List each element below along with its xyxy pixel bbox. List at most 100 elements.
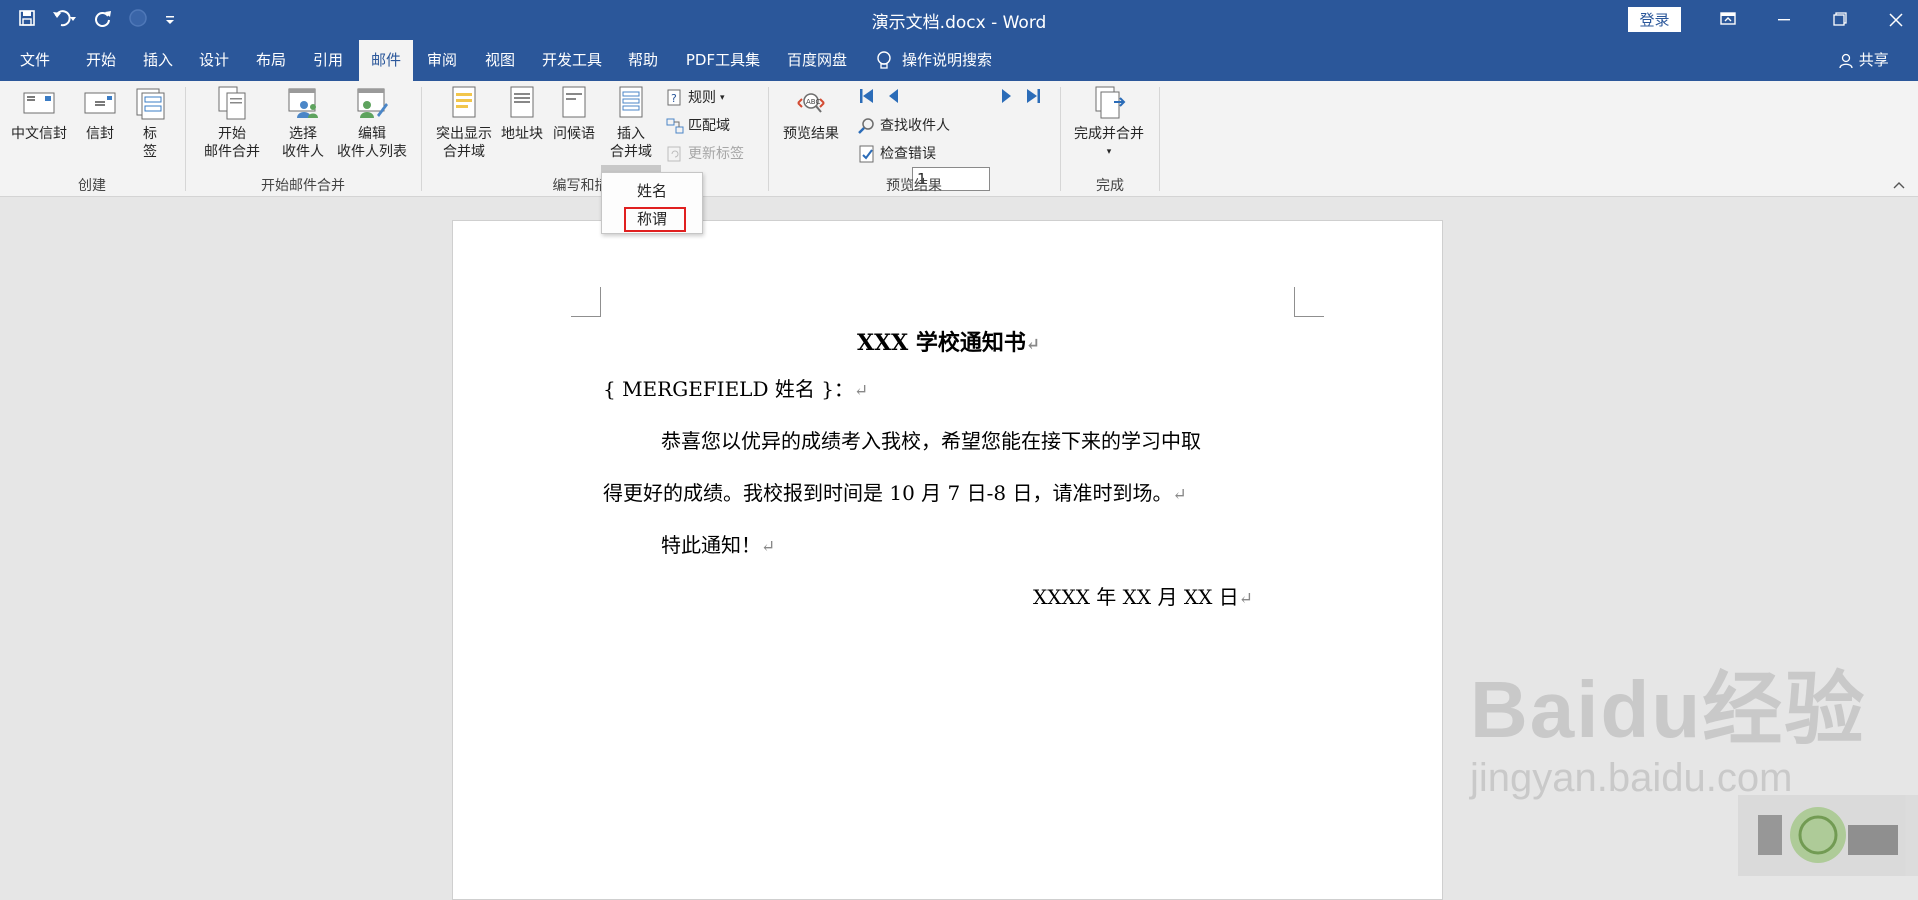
finish-merge-button[interactable]: 完成并合并 ▾: [1066, 85, 1152, 161]
highlight-box: [624, 207, 686, 232]
edit-recipients-line1: 编辑: [358, 126, 386, 142]
person-icon: [1838, 53, 1854, 69]
update-labels-label: 更新标签: [688, 146, 744, 162]
group-label-create: 创建: [78, 178, 106, 194]
signin-button[interactable]: 登录: [1628, 7, 1681, 32]
highlight-merge-fields-button[interactable]: 突出显示 合并域: [430, 85, 498, 161]
start-mail-merge-button[interactable]: 开始 邮件合并: [196, 85, 268, 161]
lightbulb-icon: [877, 50, 891, 69]
watermark-logo: Baidu经验: [1470, 665, 1867, 754]
tab-developer[interactable]: 开发工具: [537, 40, 607, 81]
edit-recipient-list-button[interactable]: 编辑 收件人列表: [334, 85, 410, 161]
tab-mailings[interactable]: 邮件: [359, 40, 413, 81]
rules-dropdown-arrow-icon: ▾: [720, 93, 725, 103]
tell-me-search[interactable]: 操作说明搜索: [876, 40, 992, 81]
preview-results-label: 预览结果: [783, 126, 839, 142]
date-line[interactable]: XXXX 年 XX 月 XX 日↵: [1033, 581, 1253, 610]
rules-icon: ?: [667, 89, 681, 106]
recipients-icon: [288, 88, 318, 118]
group-label-preview: 预览结果: [886, 178, 942, 194]
finish-merge-icon: [1095, 86, 1126, 119]
paragraph-mark: ↵: [1238, 589, 1253, 609]
previous-record-button[interactable]: [886, 87, 902, 105]
share-button[interactable]: 共享: [1838, 40, 1889, 81]
check-errors-label: 检查错误: [880, 146, 936, 162]
tab-insert[interactable]: 插入: [135, 40, 181, 81]
ribbon-tab-bar: 文件 开始 插入 设计 布局 引用 邮件 审阅 视图 开发工具 帮助 PDF工具…: [0, 40, 1918, 81]
envelopes-button[interactable]: 信封: [78, 85, 122, 143]
match-fields-button[interactable]: 匹配域: [666, 115, 730, 137]
next-record-icon: [1002, 89, 1011, 103]
match-fields-icon: [666, 118, 684, 134]
highlight-fields-line1: 突出显示: [436, 126, 492, 142]
body-line-2[interactable]: 得更好的成绩。我校报到时间是 10 月 7 日-8 日，请准时到场。↵: [603, 477, 1187, 506]
tab-design[interactable]: 设计: [191, 40, 237, 81]
tab-pdf-tools[interactable]: PDF工具集: [681, 40, 765, 81]
collapse-ribbon-icon[interactable]: [1892, 180, 1906, 190]
envelopes-label: 信封: [86, 126, 114, 142]
tab-baidu-netdisk[interactable]: 百度网盘: [781, 40, 853, 81]
envelope-icon: [23, 92, 55, 114]
preview-results-icon: ABC: [797, 93, 825, 113]
tab-help[interactable]: 帮助: [620, 40, 666, 81]
first-record-button[interactable]: [858, 87, 876, 105]
group-label-write-insert: 编写和插入域: [552, 178, 637, 194]
chinese-envelopes-label: 中文信封: [11, 126, 67, 142]
insert-merge-field-button[interactable]: 插入 合并域: [601, 85, 661, 161]
address-block-button[interactable]: 地址块: [498, 85, 546, 143]
tab-review[interactable]: 审阅: [419, 40, 465, 81]
insert-field-icon: [619, 86, 643, 118]
watermark-url: jingyan.baidu.com: [1470, 756, 1793, 800]
tab-file[interactable]: 文件: [0, 40, 70, 81]
closing-line[interactable]: 特此通知！↵: [661, 529, 775, 558]
next-record-button[interactable]: [998, 87, 1014, 105]
paragraph-mark: ↵: [1172, 485, 1187, 505]
restore-icon[interactable]: [1812, 0, 1868, 40]
body-line-1[interactable]: 恭喜您以优异的成绩考入我校，希望您能在接下来的学习中取: [661, 425, 1201, 454]
start-merge-line2: 邮件合并: [204, 144, 260, 160]
greeting-line-button[interactable]: 问候语: [548, 85, 600, 143]
tell-me-label: 操作说明搜索: [902, 51, 993, 69]
salutation-merge-field: { MERGEFIELD 姓名 }：: [603, 377, 854, 401]
document-page[interactable]: XXX 学校通知书↵ { MERGEFIELD 姓名 }：↵ 恭喜您以优异的成绩…: [452, 220, 1443, 900]
start-merge-icon: [218, 86, 246, 120]
page-corner-mark: [571, 287, 601, 317]
select-recipients-line2: 收件人: [282, 144, 324, 160]
tab-references[interactable]: 引用: [305, 40, 351, 81]
envelope-icon: [84, 92, 116, 114]
share-label: 共享: [1858, 51, 1889, 69]
preview-results-button[interactable]: ABC 预览结果: [778, 85, 844, 143]
start-merge-line1: 开始: [218, 126, 246, 142]
salutation-line[interactable]: { MERGEFIELD 姓名 }：↵: [603, 373, 868, 402]
close-icon[interactable]: [1868, 0, 1918, 40]
tab-view[interactable]: 视图: [477, 40, 523, 81]
chinese-envelopes-button[interactable]: 中文信封: [8, 85, 70, 143]
rules-button[interactable]: ? 规则 ▾: [666, 87, 725, 109]
labels-label-line2: 签: [143, 144, 157, 160]
document-title-line[interactable]: XXX 学校通知书↵: [857, 325, 1040, 357]
menu-item-name[interactable]: 姓名: [602, 179, 702, 203]
ribbon-display-options-icon[interactable]: [1700, 0, 1756, 40]
highlight-fields-line2: 合并域: [443, 144, 485, 160]
find-recipient-label: 查找收件人: [880, 118, 950, 134]
highlight-fields-icon: [452, 86, 476, 118]
tab-home[interactable]: 开始: [78, 40, 124, 81]
group-label-start-merge: 开始邮件合并: [261, 178, 345, 194]
group-separator: [1159, 87, 1160, 191]
ribbon-mailings: 中文信封 信封 标 签 创建 开始 邮件合并 选择 收件人 编辑 收件人列表 开…: [0, 81, 1918, 253]
minimize-icon[interactable]: [1756, 0, 1812, 40]
body-line-2-text: 得更好的成绩。我校报到时间是 10 月 7 日-8 日，请准时到场。: [603, 481, 1173, 505]
last-record-button[interactable]: [1024, 87, 1042, 105]
insert-field-line1: 插入: [617, 126, 645, 142]
find-recipient-button[interactable]: 查找收件人: [858, 115, 950, 137]
rules-label: 规则: [688, 90, 716, 106]
baidu-watermark: Baidu经验 jingyan.baidu.com: [1470, 665, 1867, 801]
labels-button[interactable]: 标 签: [128, 85, 172, 161]
game-site-badge: [1738, 795, 1918, 876]
match-fields-label: 匹配域: [688, 118, 730, 134]
address-block-icon: [510, 86, 534, 118]
update-labels-button[interactable]: 更新标签: [666, 143, 744, 165]
tab-layout[interactable]: 布局: [248, 40, 294, 81]
check-errors-button[interactable]: 检查错误: [858, 143, 936, 165]
select-recipients-button[interactable]: 选择 收件人: [270, 85, 336, 161]
